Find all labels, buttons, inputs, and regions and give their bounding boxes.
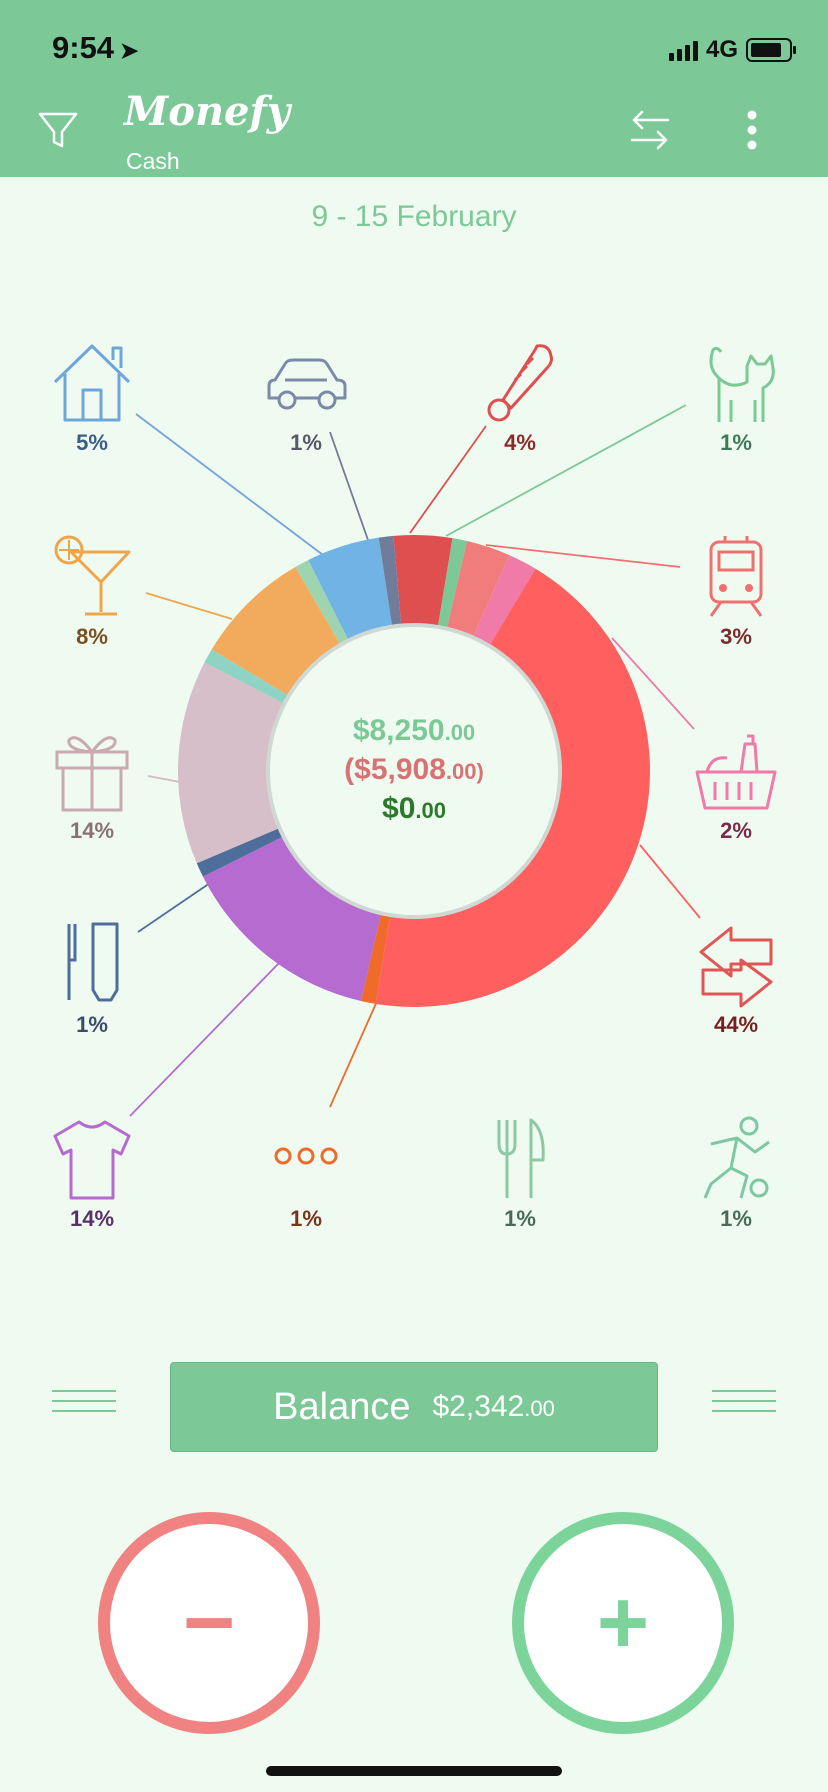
toiletries-icon — [67, 922, 119, 1002]
category-percent: 5% — [76, 430, 108, 455]
category-sports[interactable]: 1% — [676, 1114, 796, 1232]
menu-lines-left-icon[interactable] — [52, 1390, 116, 1422]
category-health[interactable]: 4% — [460, 338, 580, 456]
category-percent: 1% — [290, 1206, 322, 1231]
category-food[interactable]: 1% — [460, 1114, 580, 1232]
home-indicator[interactable] — [266, 1766, 562, 1776]
category-house[interactable]: 5% — [32, 338, 152, 456]
battery-icon — [746, 38, 796, 62]
basket-icon — [695, 734, 777, 810]
category-gifts[interactable]: 14% — [32, 726, 152, 844]
status-indicators: 4G — [668, 36, 796, 64]
category-percent: 3% — [720, 624, 752, 649]
gift-icon — [55, 736, 129, 812]
app-title: Monefy — [124, 88, 290, 135]
category-clothes[interactable]: 14% — [32, 1114, 152, 1232]
category-percent: 1% — [76, 1012, 108, 1037]
category-other[interactable]: 1% — [246, 1114, 366, 1232]
balance-button[interactable]: Balance $2,342.00 — [170, 1362, 658, 1452]
add-expense-button[interactable]: − — [98, 1512, 320, 1734]
category-transfer[interactable]: 44% — [676, 920, 796, 1038]
expense-total: ($5,908.00) — [344, 753, 484, 786]
app-header: 9:54 ➤ 4G Monefy Cash — [0, 0, 828, 177]
add-income-button[interactable]: + — [512, 1512, 734, 1734]
more-options-icon[interactable] — [736, 108, 768, 152]
location-arrow-icon: ➤ — [120, 38, 139, 63]
balance-amount: $2,342.00 — [432, 1390, 555, 1423]
house-icon — [53, 344, 131, 422]
cocktail-icon — [54, 535, 131, 616]
category-percent: 2% — [720, 818, 752, 843]
category-percent: 8% — [76, 624, 108, 649]
category-percent: 1% — [504, 1206, 536, 1231]
category-eating-out[interactable]: 8% — [32, 532, 152, 650]
status-time: 9:54 ➤ — [52, 30, 139, 65]
thermometer-icon — [487, 344, 553, 422]
category-pets[interactable]: 1% — [676, 338, 796, 456]
category-hygiene[interactable]: 1% — [32, 920, 152, 1038]
category-percent: 14% — [69, 818, 115, 843]
account-selector[interactable]: Cash — [126, 148, 180, 175]
period-totals: $8,250.00 ($5,908.00) $0.00 — [264, 712, 564, 829]
category-percent: 1% — [720, 1206, 752, 1231]
tshirt-icon — [53, 1120, 131, 1200]
minus-icon: − — [182, 1573, 236, 1673]
menu-lines-right-icon[interactable] — [712, 1390, 776, 1422]
plus-icon: + — [596, 1573, 650, 1673]
category-percent: 1% — [290, 430, 322, 455]
train-icon — [709, 536, 763, 617]
category-percent: 44% — [713, 1012, 759, 1037]
balance-label: Balance — [273, 1385, 411, 1428]
transfer-icon[interactable] — [628, 108, 672, 152]
dots-icon — [274, 1147, 338, 1165]
category-car[interactable]: 1% — [246, 338, 366, 456]
net-total: $0.00 — [382, 792, 446, 825]
date-range[interactable]: 9 - 15 February — [0, 200, 828, 234]
category-percent: 4% — [504, 430, 536, 455]
arrows-icon — [699, 926, 773, 1008]
income-total: $8,250.00 — [352, 714, 476, 747]
cat-icon — [709, 346, 775, 422]
network-type: 4G — [705, 36, 738, 63]
category-transport[interactable]: 3% — [676, 532, 796, 650]
category-percent: 1% — [720, 430, 752, 455]
filter-icon[interactable] — [36, 108, 80, 152]
signal-icon — [668, 39, 698, 61]
category-groceries[interactable]: 2% — [676, 726, 796, 844]
category-percent: 14% — [69, 1206, 115, 1231]
fork-knife-icon — [497, 1118, 545, 1198]
soccer-icon — [703, 1116, 770, 1199]
car-icon — [267, 358, 347, 410]
